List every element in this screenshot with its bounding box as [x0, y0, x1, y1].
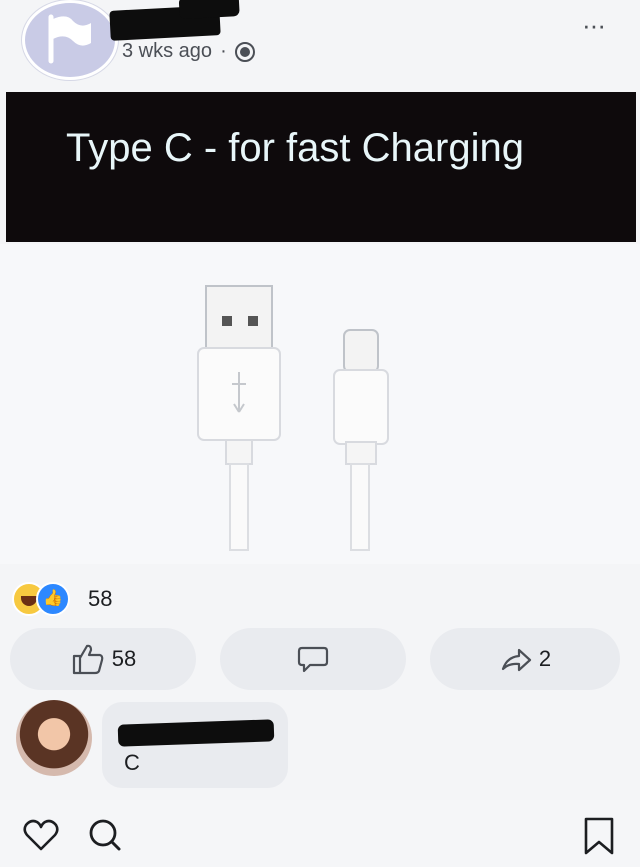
redacted-author-name: [109, 5, 221, 41]
globe-icon: [234, 41, 255, 62]
flag-icon: [48, 14, 91, 64]
bottom-bar: [0, 800, 640, 867]
comment-bubble-icon: [297, 646, 329, 673]
comment-button[interactable]: [220, 628, 406, 690]
like-button[interactable]: 58: [10, 628, 196, 690]
page-avatar[interactable]: [22, 0, 118, 80]
timestamp-text: 3 wks ago: [122, 40, 213, 62]
more-options-button[interactable]: ···: [582, 10, 606, 41]
share-arrow-icon: [501, 648, 531, 672]
post-image[interactable]: [0, 244, 640, 564]
timestamp-separator: ·: [220, 40, 227, 62]
bookmark-icon[interactable]: [582, 816, 616, 856]
search-icon[interactable]: [86, 816, 124, 854]
reaction-count[interactable]: 58: [88, 586, 112, 612]
heart-icon[interactable]: [22, 818, 60, 852]
like-count: 58: [111, 646, 137, 671]
post-timestamp[interactable]: 3 wks ago ·: [122, 40, 255, 63]
banner-title: Type C - for fast Charging: [66, 126, 524, 170]
share-count: 2: [538, 646, 552, 671]
share-button[interactable]: 2: [430, 628, 620, 690]
usb-cable-image: [197, 285, 389, 551]
reaction-icons[interactable]: 👍: [12, 580, 82, 616]
commenter-avatar[interactable]: [16, 700, 92, 776]
thumbs-up-icon: [72, 644, 104, 675]
like-reaction-icon: 👍: [36, 582, 70, 616]
comment-text: C: [124, 750, 140, 775]
